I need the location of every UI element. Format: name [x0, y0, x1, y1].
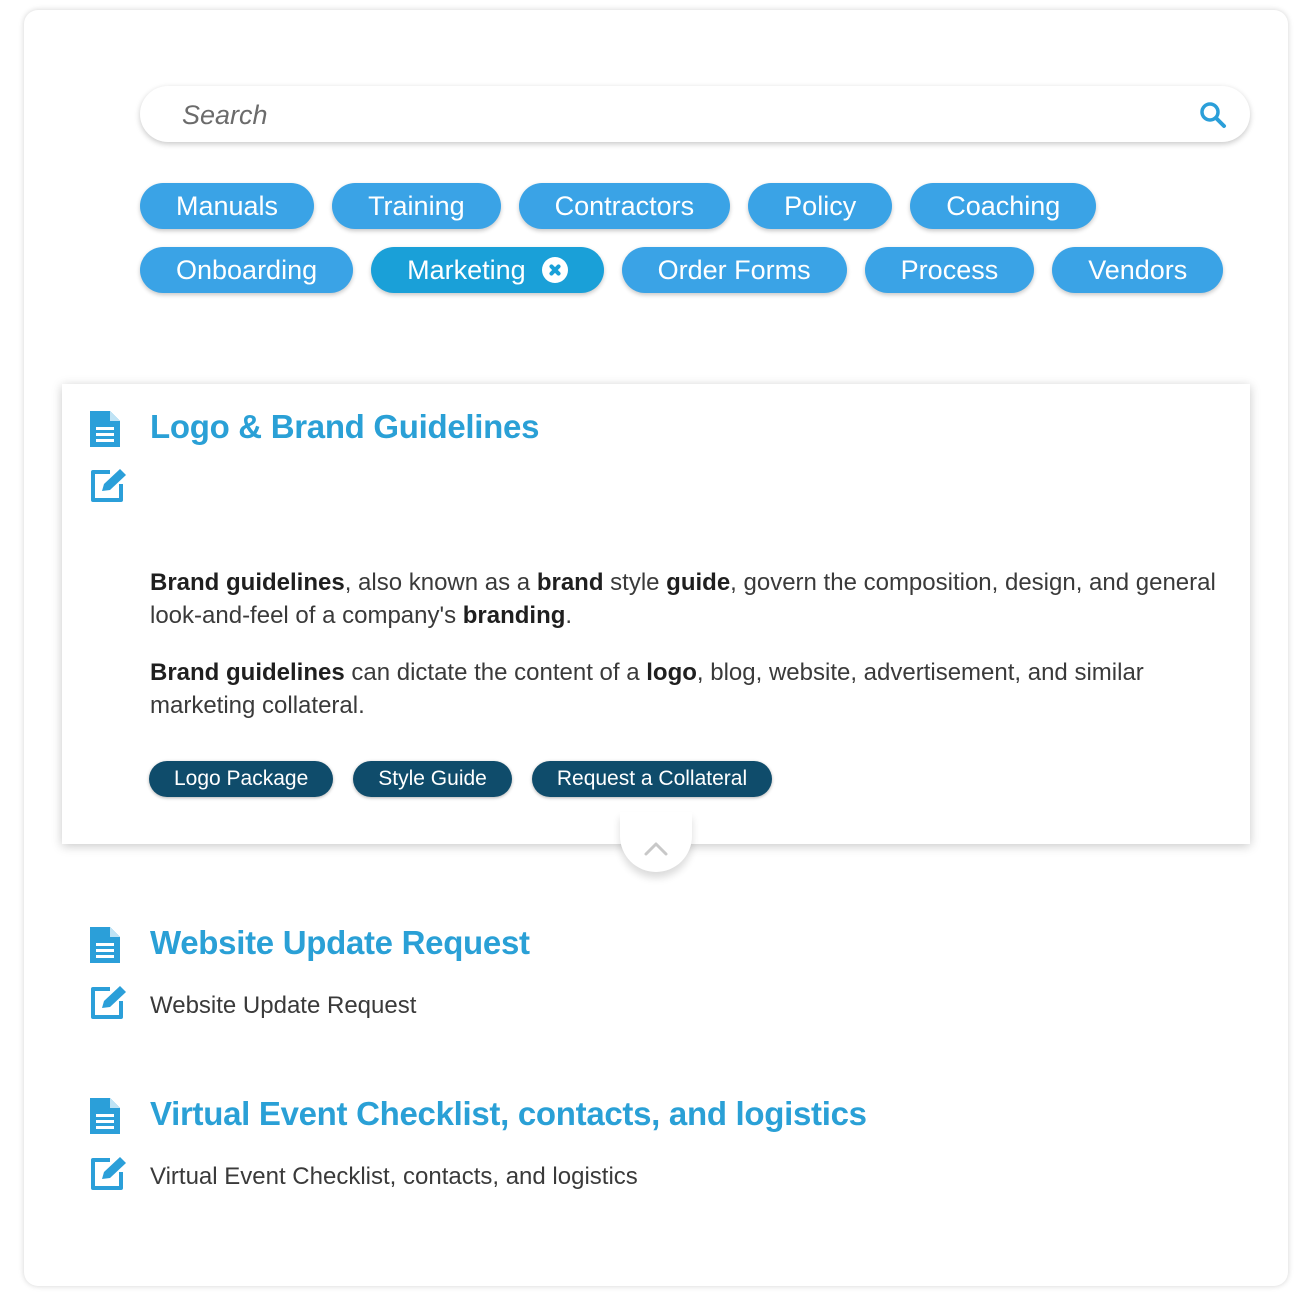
filter-tag-label: Onboarding: [176, 255, 318, 285]
document-icon[interactable]: [88, 409, 122, 449]
filter-tag-label: Training: [368, 191, 465, 221]
collapse-button[interactable]: [620, 812, 692, 872]
request-collateral-button[interactable]: Request a Collateral: [531, 761, 773, 797]
edit-icon[interactable]: [88, 984, 128, 1022]
result-title[interactable]: Logo & Brand Guidelines: [150, 408, 539, 446]
result-description: Brand guidelines, also known as a brand …: [150, 566, 1240, 632]
filter-tag-label: Policy: [784, 191, 857, 221]
filter-tag-label: Order Forms: [657, 255, 811, 285]
search-input[interactable]: [180, 94, 1144, 136]
remove-filter-icon[interactable]: [541, 257, 568, 283]
result-subtitle: Website Update Request: [150, 992, 417, 1019]
edit-icon[interactable]: [88, 467, 128, 505]
result-subtitle: Virtual Event Checklist, contacts, and l…: [150, 1163, 638, 1190]
filter-tag-label: Marketing: [407, 255, 526, 285]
filter-tag-label: Contractors: [554, 191, 695, 221]
search-bar: [140, 86, 1250, 142]
bold-text: Brand guidelines: [150, 659, 345, 686]
bold-text: branding: [462, 602, 566, 629]
filter-tag-process[interactable]: Process: [864, 247, 1035, 293]
search-icon[interactable]: [1198, 100, 1228, 130]
text: can dictate the content of a: [344, 659, 647, 686]
filter-tag-order-forms[interactable]: Order Forms: [621, 247, 847, 293]
chevron-up-icon: [644, 842, 668, 856]
filter-tag-label: Manuals: [176, 191, 279, 221]
document-icon[interactable]: [88, 925, 122, 965]
text: .: [565, 602, 573, 629]
document-icon[interactable]: [88, 1096, 122, 1136]
bold-text: guide: [666, 569, 731, 596]
filter-row: Manuals Training Contractors Policy Coac…: [140, 183, 1250, 229]
style-guide-button[interactable]: Style Guide: [353, 761, 512, 797]
text: style: [603, 569, 667, 596]
filter-tag-contractors[interactable]: Contractors: [518, 183, 731, 229]
filter-tag-coaching[interactable]: Coaching: [910, 183, 1097, 229]
filter-tag-vendors[interactable]: Vendors: [1052, 247, 1224, 293]
filter-tags: Manuals Training Contractors Policy Coac…: [140, 183, 1250, 311]
bold-text: brand: [536, 569, 604, 596]
text: , also known as a: [344, 569, 537, 596]
filter-tag-policy[interactable]: Policy: [748, 183, 893, 229]
filter-tag-marketing[interactable]: Marketing: [371, 247, 604, 293]
filter-tag-onboarding[interactable]: Onboarding: [140, 247, 354, 293]
bold-text: Brand guidelines: [150, 569, 345, 596]
result-title[interactable]: Website Update Request: [150, 924, 530, 962]
filter-tag-label: Process: [900, 255, 999, 285]
filter-tag-training[interactable]: Training: [332, 183, 501, 229]
filter-tag-label: Coaching: [946, 191, 1061, 221]
logo-package-button[interactable]: Logo Package: [149, 761, 334, 797]
filter-row: Onboarding Marketing Order Forms Process…: [140, 247, 1250, 293]
result-links: Logo Package Style Guide Request a Colla…: [149, 761, 773, 797]
result-title[interactable]: Virtual Event Checklist, contacts, and l…: [150, 1095, 867, 1133]
bold-text: logo: [646, 659, 697, 686]
filter-tag-manuals[interactable]: Manuals: [140, 183, 315, 229]
edit-icon[interactable]: [88, 1155, 128, 1193]
filter-tag-label: Vendors: [1088, 255, 1188, 285]
result-description: Brand guidelines can dictate the content…: [150, 656, 1240, 722]
